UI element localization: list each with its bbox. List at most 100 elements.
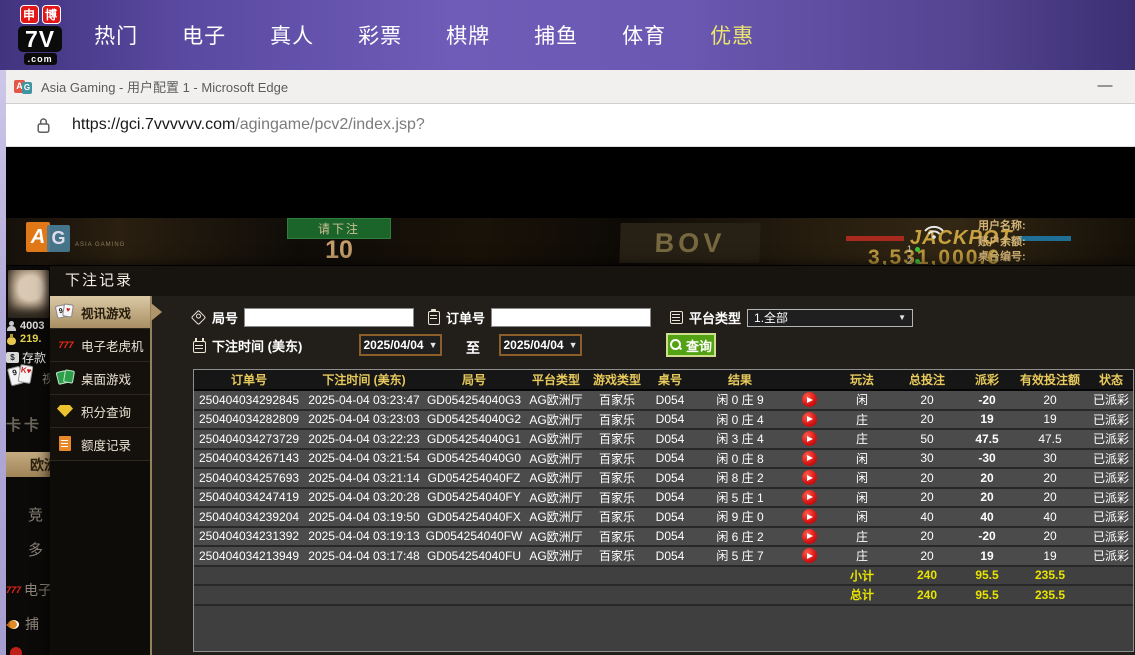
table-row: 250404034282809 2025-04-04 03:23:03 GD0542… xyxy=(194,409,1133,430)
menu-item-quota-records[interactable]: 额度记录 xyxy=(50,428,150,461)
search-icon xyxy=(669,338,683,352)
replay-icon[interactable] xyxy=(801,470,817,486)
nav-item-lottery[interactable]: 彩票 xyxy=(358,20,402,50)
logo-badges: 申 博 xyxy=(19,5,61,24)
col-platform-type: 平台类型 xyxy=(524,370,588,391)
round-number-input[interactable] xyxy=(244,308,415,327)
cell-game: 百家乐 xyxy=(588,448,646,469)
cell-time: 2025-04-04 03:22:23 xyxy=(304,429,424,450)
cell-play xyxy=(786,487,832,508)
nav-item-sports[interactable]: 体育 xyxy=(622,20,666,50)
order-number-input[interactable] xyxy=(491,308,652,327)
user-id-row: 4003 xyxy=(6,320,50,332)
cell-status: 已派彩 xyxy=(1088,468,1133,489)
logo-badge-shen: 申 xyxy=(19,5,39,24)
menu-item-table-games[interactable]: 桌面游戏 xyxy=(50,362,150,395)
nav-item-fishing[interactable]: 捕鱼 xyxy=(534,20,578,50)
subtotal-payout: 95.5 xyxy=(962,565,1012,586)
replay-icon[interactable] xyxy=(801,392,817,408)
cell-total: 20 xyxy=(892,390,962,411)
logo-main-text: 7V xyxy=(18,26,63,52)
site-logo[interactable]: 申 博 7V .com xyxy=(18,5,63,65)
date-from-picker[interactable]: 2025/04/04 ▼ xyxy=(359,334,442,356)
cell-time: 2025-04-04 03:19:50 xyxy=(304,507,424,528)
filter-order-number: 订单号 xyxy=(428,308,652,327)
cell-platform: AG欧洲厅 xyxy=(524,507,588,528)
lobby-item-duo[interactable]: 多 xyxy=(6,539,50,560)
cell-bet: 闲 xyxy=(832,390,892,411)
card-front: K♥ xyxy=(17,364,34,384)
col-payout: 派彩 xyxy=(962,370,1012,391)
jackpot-red-bar xyxy=(846,236,904,241)
menu-item-slot-machines[interactable]: 777 电子老虎机 xyxy=(50,329,150,362)
lobby-item-slots[interactable]: 777 电子 xyxy=(6,580,50,600)
nav-item-live[interactable]: 真人 xyxy=(270,20,314,50)
cell-total: 20 xyxy=(892,468,962,489)
cell-platform: AG欧洲厅 xyxy=(524,390,588,411)
menu-item-points-inquiry[interactable]: 积分查询 xyxy=(50,395,150,428)
cell-bet: 闲 xyxy=(832,487,892,508)
cell-time: 2025-04-04 03:21:14 xyxy=(304,468,424,489)
date-to-picker[interactable]: 2025/04/04 ▼ xyxy=(499,334,582,356)
nav-item-boardgames[interactable]: 棋牌 xyxy=(446,20,490,50)
lobby-item-jing[interactable]: 竞 xyxy=(6,504,50,525)
cell-result: 闲 5 庄 7 xyxy=(694,546,786,567)
platform-type-select[interactable]: 1.全部 ▼ xyxy=(747,308,914,327)
slot-777-icon: 777 xyxy=(58,340,74,350)
screen: 申 博 7V .com 热门 电子 真人 彩票 棋牌 捕鱼 体育 优惠 A G … xyxy=(0,0,1135,655)
replay-icon[interactable] xyxy=(801,450,817,466)
cell-payout: 19 xyxy=(962,546,1012,567)
replay-icon[interactable] xyxy=(801,528,817,544)
cell-order: 250404034273729 xyxy=(194,429,304,450)
seat-list: 1 2 xyxy=(907,243,921,265)
cell-play xyxy=(786,526,832,547)
table-header: 订单号 下注时间 (美东) 局号 平台类型 游戏类型 桌号 结果 玩法 总投注 … xyxy=(194,370,1133,391)
lock-icon[interactable] xyxy=(36,117,51,134)
col-bet-type: 玩法 xyxy=(832,370,892,391)
replay-icon[interactable] xyxy=(801,489,817,505)
cell-play xyxy=(786,468,832,489)
replay-icon[interactable] xyxy=(801,509,817,525)
money-bag-icon xyxy=(6,333,17,345)
cell-result: 闲 0 庄 8 xyxy=(694,448,786,469)
address-bar[interactable]: https://gci.7vvvvvv.com/agingame/pcv2/in… xyxy=(72,116,425,134)
replay-icon[interactable] xyxy=(801,411,817,427)
lobby-item-card[interactable]: 卡卡 xyxy=(6,414,50,435)
cell-table: D054 xyxy=(646,468,694,489)
cell-payout: -30 xyxy=(962,448,1012,469)
cell-valid: 20 xyxy=(1012,468,1088,489)
cell-platform: AG欧洲厅 xyxy=(524,546,588,567)
table-summary: 小计 240 95.5 235.5 总计 240 95.5 235.5 xyxy=(194,565,1133,606)
minimize-button[interactable]: — xyxy=(1089,72,1121,102)
browser-titlebar: A G Asia Gaming - 用户配置 1 - Microsoft Edg… xyxy=(0,70,1135,104)
nav-item-hot[interactable]: 热门 xyxy=(94,20,138,50)
url-domain: https://gci.7vvvvvv.com xyxy=(72,116,236,133)
lobby-item-fishing[interactable]: 捕 xyxy=(6,614,50,634)
cell-result: 闲 8 庄 2 xyxy=(694,468,786,489)
replay-icon[interactable] xyxy=(801,548,817,564)
user-name-label: 用户名称: xyxy=(978,220,1026,232)
table-row: 250404034231392 2025-04-04 03:19:13 GD0542… xyxy=(194,526,1133,547)
search-button[interactable]: 查询 xyxy=(666,333,716,357)
cell-table: D054 xyxy=(646,390,694,411)
video-games-cards-icon[interactable]: 9 K♥ xyxy=(7,364,42,390)
table-row: 250404034273729 2025-04-04 03:22:23 GD0542… xyxy=(194,429,1133,450)
replay-icon[interactable] xyxy=(801,431,817,447)
platform-type-label: 平台类型 xyxy=(689,311,742,326)
cell-valid: 47.5 xyxy=(1012,429,1088,450)
cell-play xyxy=(786,409,832,430)
menu-item-video-games[interactable]: 9 ♥ 视讯游戏 xyxy=(50,296,162,329)
cell-time: 2025-04-04 03:23:03 xyxy=(304,409,424,430)
lobby-item-europe-active[interactable]: 欧洲 xyxy=(6,452,50,477)
wifi-icon xyxy=(922,222,946,245)
cell-round: GD054254040FX xyxy=(424,507,524,528)
cell-platform: AG欧洲厅 xyxy=(524,429,588,450)
site-nav: 申 博 7V .com 热门 电子 真人 彩票 棋牌 捕鱼 体育 优惠 xyxy=(0,0,1135,70)
asia-gaming-favicon: A G xyxy=(14,79,32,95)
platform-type-value: 1.全部 xyxy=(754,311,789,325)
page-content: A G ASIA GAMING 请下注 10 BOV JACKPOT 3,531… xyxy=(0,147,1135,655)
cell-table: D054 xyxy=(646,429,694,450)
nav-item-promotions[interactable]: 优惠 xyxy=(710,20,754,50)
nav-item-slots[interactable]: 电子 xyxy=(182,20,226,50)
video-games-partial-label[interactable]: 视 xyxy=(42,370,50,387)
